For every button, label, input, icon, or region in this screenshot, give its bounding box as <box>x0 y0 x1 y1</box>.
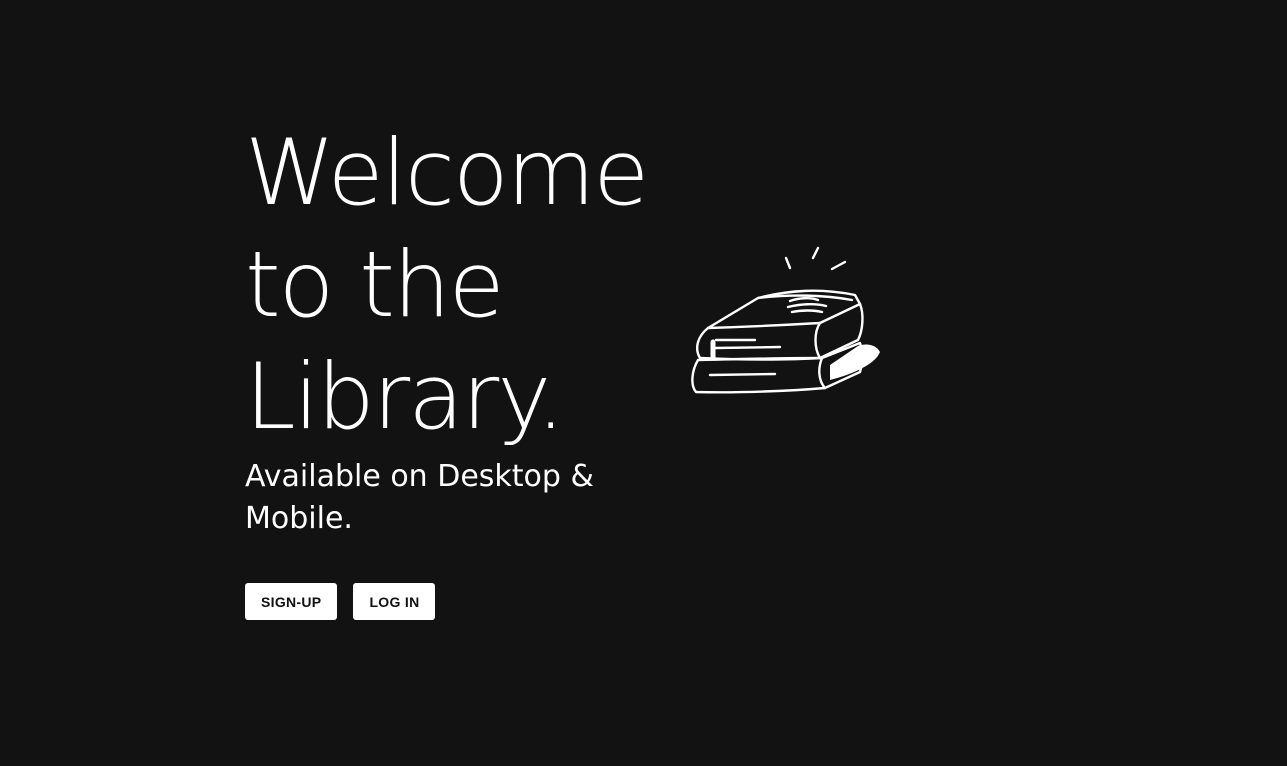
title-line: to the <box>245 233 505 338</box>
landing-page: Welcome to the Library. Available on Des… <box>0 0 1287 766</box>
hero-section: Welcome to the Library. Available on Des… <box>245 118 665 540</box>
books-stack-icon <box>680 240 890 405</box>
page-subtitle: Available on Desktop & Mobile. <box>245 459 594 536</box>
auth-actions: SIGN-UP LOG IN <box>245 583 436 620</box>
login-button[interactable]: LOG IN <box>353 583 436 620</box>
signup-button[interactable]: SIGN-UP <box>245 583 338 620</box>
title-line: Welcome <box>245 121 649 226</box>
page-title: Welcome to the Library. <box>245 118 665 454</box>
title-line: Library. <box>245 345 565 450</box>
